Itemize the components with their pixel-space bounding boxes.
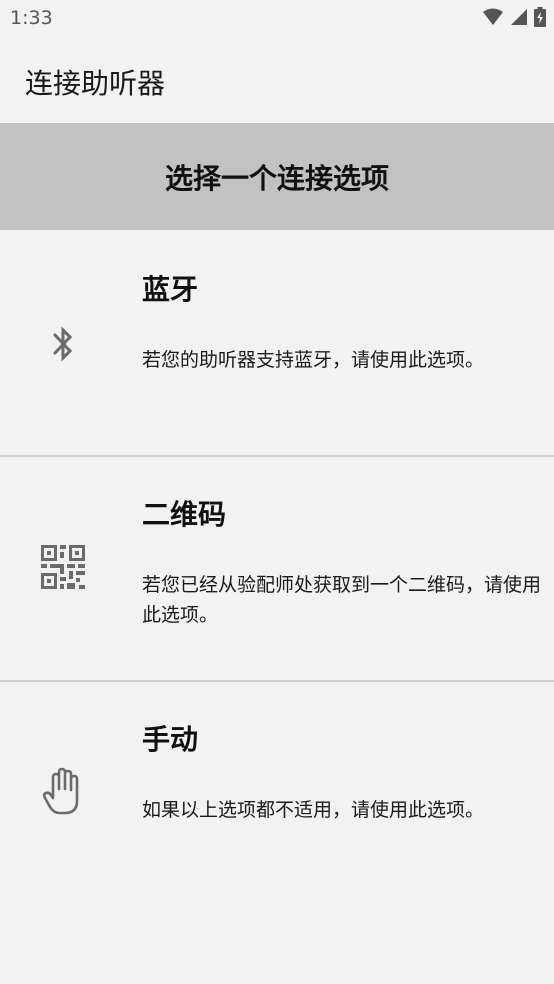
option-description-manual: 如果以上选项都不适用，请使用此选项。 <box>142 799 485 821</box>
option-description-bluetooth: 若您的助听器支持蓝牙，请使用此选项。 <box>142 349 485 371</box>
option-title-qr-code: 二维码 <box>142 498 227 531</box>
prompt-text: 选择一个连接选项 <box>164 161 389 195</box>
app-bar: 连接助听器 <box>0 38 554 123</box>
option-description-qr-code: 若您已经从验配师处获取到一个二维码，请使用此选项。 <box>142 574 542 626</box>
status-bar: 1:33 <box>0 0 554 38</box>
battery-charging-icon <box>534 7 546 31</box>
prompt-banner: 选择一个连接选项 <box>0 123 554 230</box>
bluetooth-icon <box>38 319 88 369</box>
page-title: 连接助听器 <box>25 67 166 100</box>
signal-icon <box>510 8 528 30</box>
qr-code-icon <box>38 542 88 592</box>
status-time: 1:33 <box>10 7 53 29</box>
option-title-bluetooth: 蓝牙 <box>142 273 199 306</box>
status-icons <box>482 7 546 31</box>
bluetooth-option[interactable]: 蓝牙 若您的助听器支持蓝牙，请使用此选项。 <box>0 232 554 456</box>
option-title-manual: 手动 <box>142 723 199 756</box>
wifi-icon <box>482 8 504 30</box>
hand-icon <box>38 766 88 816</box>
manual-option[interactable]: 手动 如果以上选项都不适用，请使用此选项。 <box>0 682 554 906</box>
qr-code-option[interactable]: 二维码 若您已经从验配师处获取到一个二维码，请使用此选项。 <box>0 457 554 681</box>
